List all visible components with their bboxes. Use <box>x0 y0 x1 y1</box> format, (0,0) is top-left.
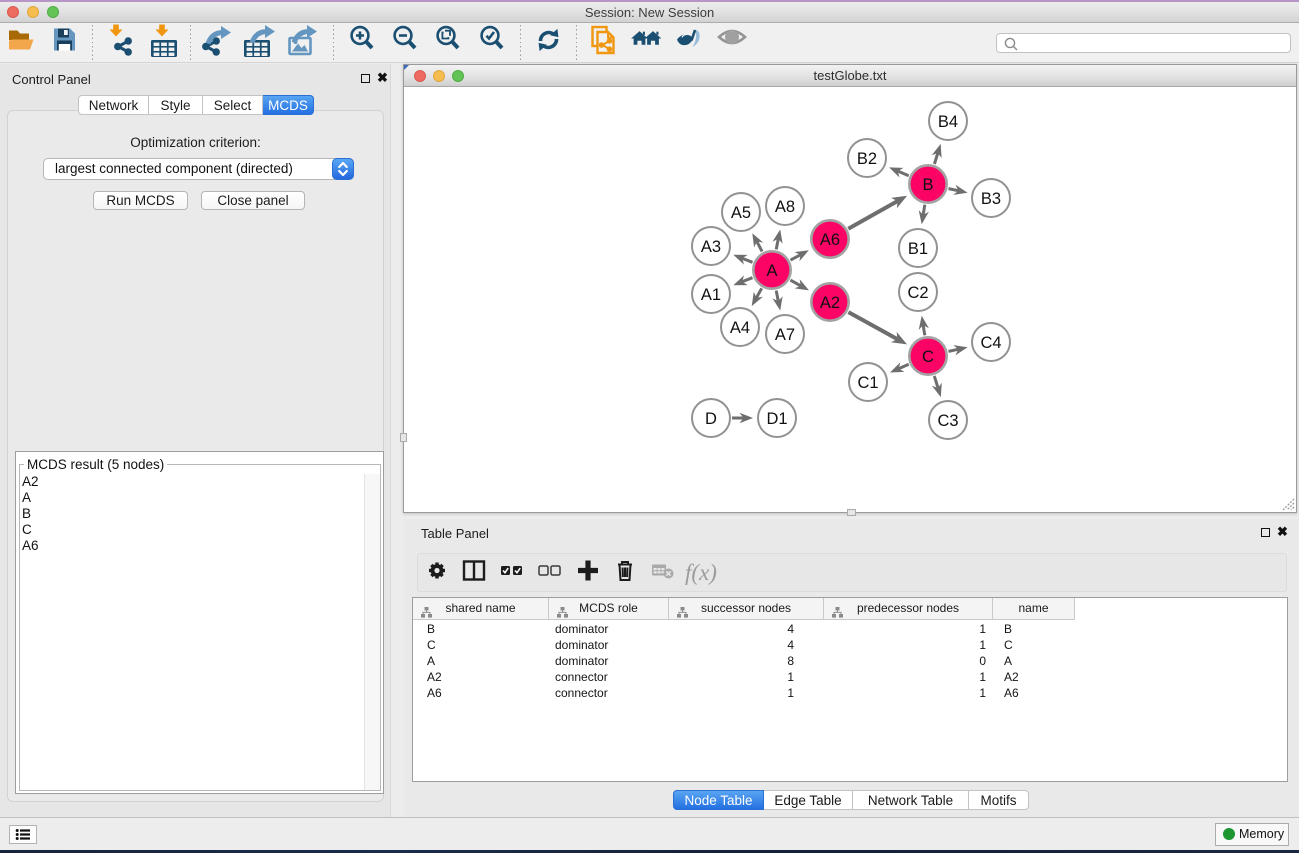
svg-text:A5: A5 <box>731 204 751 222</box>
svg-text:A8: A8 <box>775 198 795 216</box>
svg-text:C2: C2 <box>907 284 928 302</box>
svg-text:A7: A7 <box>775 326 795 344</box>
svg-text:B1: B1 <box>908 240 928 258</box>
svg-text:A2: A2 <box>820 294 840 312</box>
svg-text:A3: A3 <box>701 238 721 256</box>
svg-text:D1: D1 <box>766 410 787 428</box>
svg-text:B3: B3 <box>981 190 1001 208</box>
svg-text:C3: C3 <box>937 412 958 430</box>
svg-text:B: B <box>922 176 933 194</box>
svg-text:C1: C1 <box>857 374 878 392</box>
svg-text:C: C <box>922 348 934 366</box>
svg-text:A6: A6 <box>820 231 840 249</box>
svg-text:D: D <box>705 410 717 428</box>
svg-text:A: A <box>766 262 777 280</box>
svg-text:B4: B4 <box>938 113 958 131</box>
svg-text:C4: C4 <box>980 334 1001 352</box>
svg-text:A1: A1 <box>701 286 721 304</box>
svg-text:A4: A4 <box>730 319 750 337</box>
svg-text:B2: B2 <box>857 150 877 168</box>
